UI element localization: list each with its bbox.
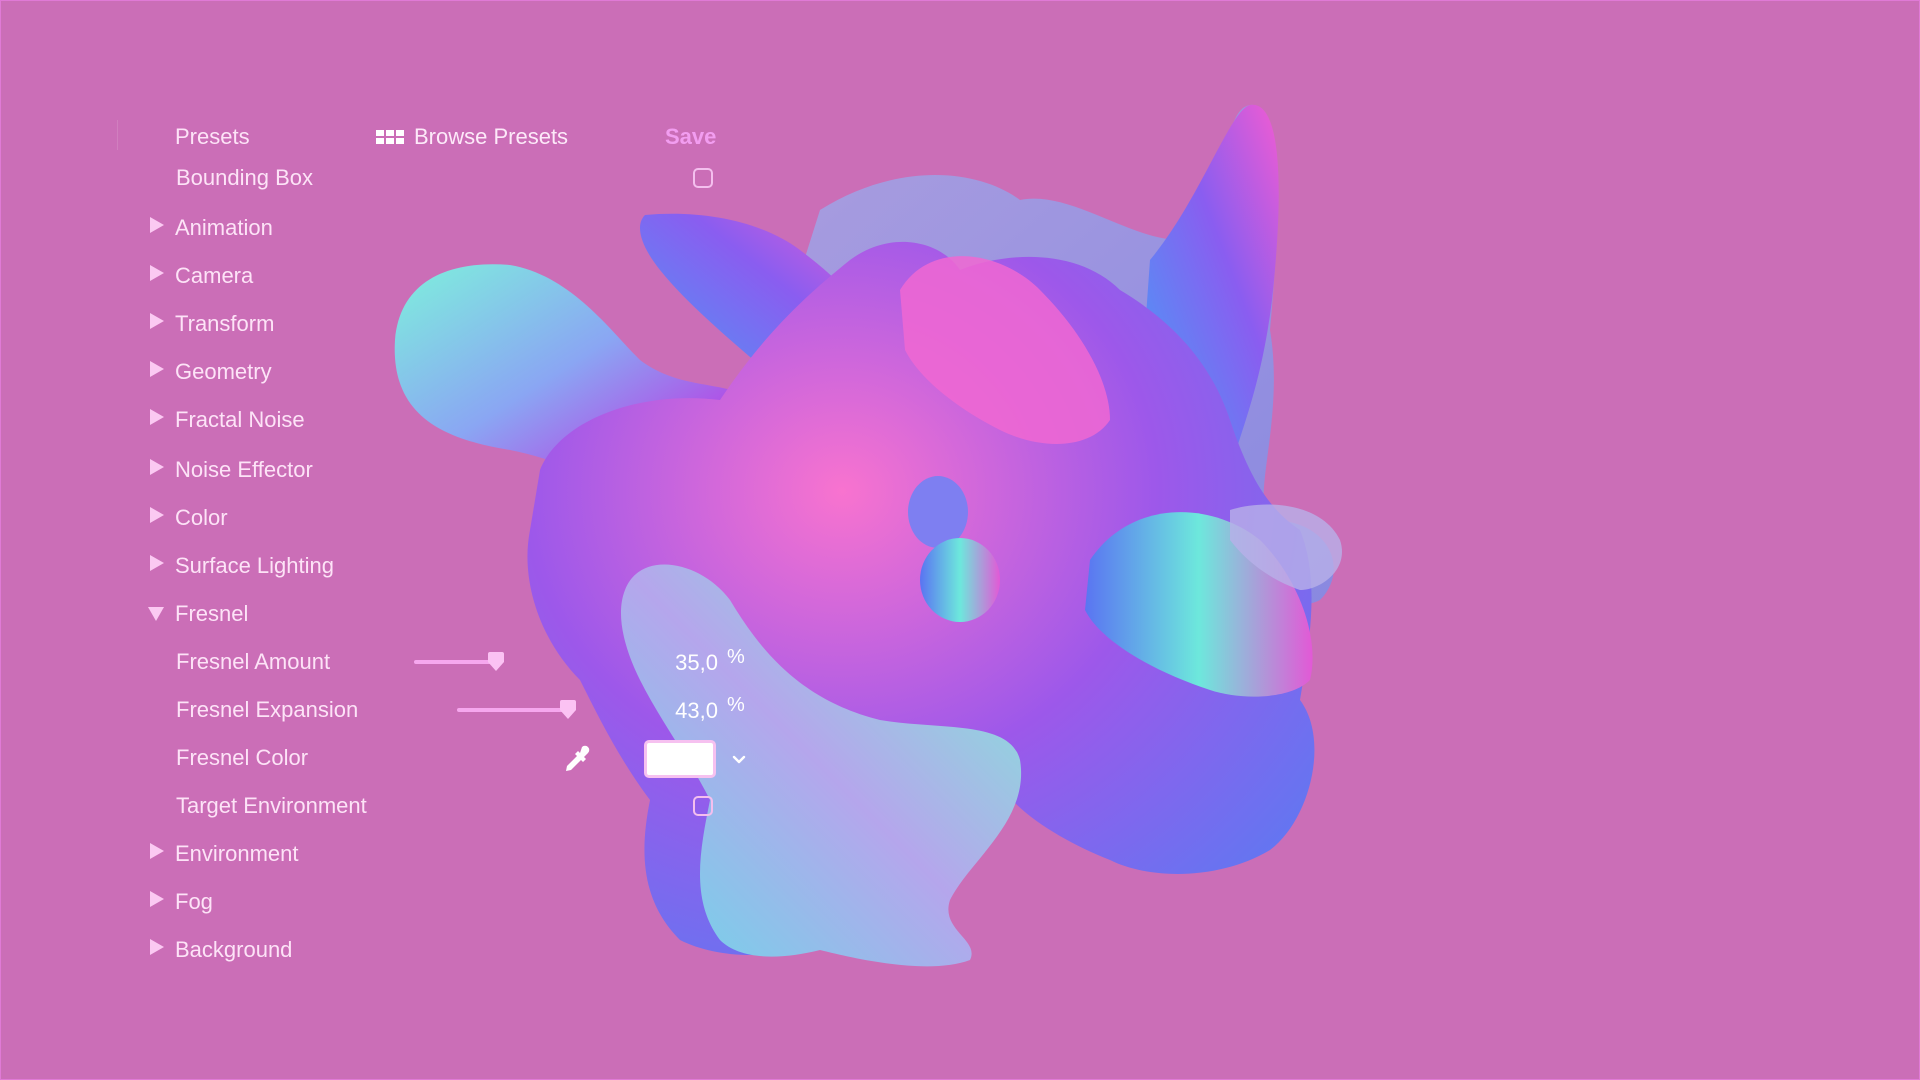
section-camera[interactable]: Camera bbox=[140, 256, 760, 296]
disclosure-triangle-icon bbox=[150, 843, 164, 859]
slider-track bbox=[414, 660, 496, 664]
disclosure-triangle-icon bbox=[150, 891, 164, 907]
browse-presets-label: Browse Presets bbox=[414, 124, 569, 149]
section-transform[interactable]: Transform bbox=[140, 304, 760, 344]
section-background[interactable]: Background bbox=[140, 930, 760, 970]
blob-knob bbox=[920, 538, 1000, 622]
bounding-box-checkbox[interactable] bbox=[693, 168, 713, 188]
fresnel-color-label: Fresnel Color bbox=[176, 745, 309, 770]
section-label: Transform bbox=[175, 311, 275, 336]
section-label: Camera bbox=[175, 263, 254, 288]
section-label: Noise Effector bbox=[175, 457, 313, 482]
section-label: Fractal Noise bbox=[175, 407, 305, 432]
eyedropper-icon[interactable] bbox=[560, 744, 592, 776]
fresnel-amount-slider[interactable] bbox=[414, 652, 524, 672]
section-geometry[interactable]: Geometry bbox=[140, 352, 760, 392]
section-label: Surface Lighting bbox=[175, 553, 334, 578]
browse-presets-button[interactable]: Browse Presets bbox=[376, 124, 568, 150]
section-fractal-noise[interactable]: Fractal Noise bbox=[140, 400, 760, 440]
disclosure-triangle-open-icon bbox=[148, 607, 164, 621]
section-noise-effector[interactable]: Noise Effector bbox=[140, 450, 760, 490]
slider-thumb[interactable] bbox=[559, 700, 577, 720]
section-label: Color bbox=[175, 505, 228, 530]
chevron-down-icon[interactable] bbox=[731, 752, 747, 768]
disclosure-triangle-icon bbox=[150, 459, 164, 475]
section-animation[interactable]: Animation bbox=[140, 208, 760, 248]
target-environment-checkbox[interactable] bbox=[693, 796, 713, 816]
disclosure-triangle-icon bbox=[150, 217, 164, 233]
settings-panel: Presets Browse Presets Save Bounding Box… bbox=[0, 0, 800, 1080]
fresnel-amount-label: Fresnel Amount bbox=[176, 649, 331, 674]
bounding-box-label: Bounding Box bbox=[176, 165, 313, 190]
fresnel-amount-value[interactable]: 35,0 bbox=[638, 650, 718, 676]
section-label: Fresnel bbox=[175, 601, 249, 626]
section-label: Geometry bbox=[175, 359, 272, 384]
fresnel-color-swatch[interactable] bbox=[644, 740, 716, 778]
section-label: Background bbox=[175, 937, 293, 962]
section-label: Environment bbox=[175, 841, 299, 866]
section-environment[interactable]: Environment bbox=[140, 834, 760, 874]
section-fog[interactable]: Fog bbox=[140, 882, 760, 922]
slider-thumb[interactable] bbox=[487, 652, 505, 672]
grid-icon bbox=[376, 130, 404, 144]
save-button[interactable]: Save bbox=[665, 124, 716, 150]
disclosure-triangle-icon bbox=[150, 939, 164, 955]
fresnel-amount-unit: % bbox=[727, 646, 745, 668]
section-label: Animation bbox=[175, 215, 273, 240]
fresnel-expansion-unit: % bbox=[727, 694, 745, 716]
disclosure-triangle-icon bbox=[150, 507, 164, 523]
target-environment-label: Target Environment bbox=[176, 793, 367, 818]
presets-label: Presets bbox=[175, 124, 250, 149]
section-label: Fog bbox=[175, 889, 213, 914]
blob-hole bbox=[908, 476, 968, 548]
slider-track bbox=[457, 708, 568, 712]
fresnel-expansion-slider[interactable] bbox=[457, 700, 585, 720]
section-surface-lighting[interactable]: Surface Lighting bbox=[140, 546, 760, 586]
fresnel-expansion-value[interactable]: 43,0 bbox=[638, 698, 718, 724]
disclosure-triangle-icon bbox=[150, 361, 164, 377]
disclosure-triangle-icon bbox=[150, 409, 164, 425]
disclosure-triangle-icon bbox=[150, 555, 164, 571]
disclosure-triangle-icon bbox=[150, 313, 164, 329]
section-fresnel[interactable]: Fresnel bbox=[140, 594, 760, 634]
disclosure-triangle-icon bbox=[150, 265, 164, 281]
section-color[interactable]: Color bbox=[140, 498, 760, 538]
panel-divider bbox=[117, 120, 118, 150]
fresnel-expansion-label: Fresnel Expansion bbox=[176, 697, 359, 722]
